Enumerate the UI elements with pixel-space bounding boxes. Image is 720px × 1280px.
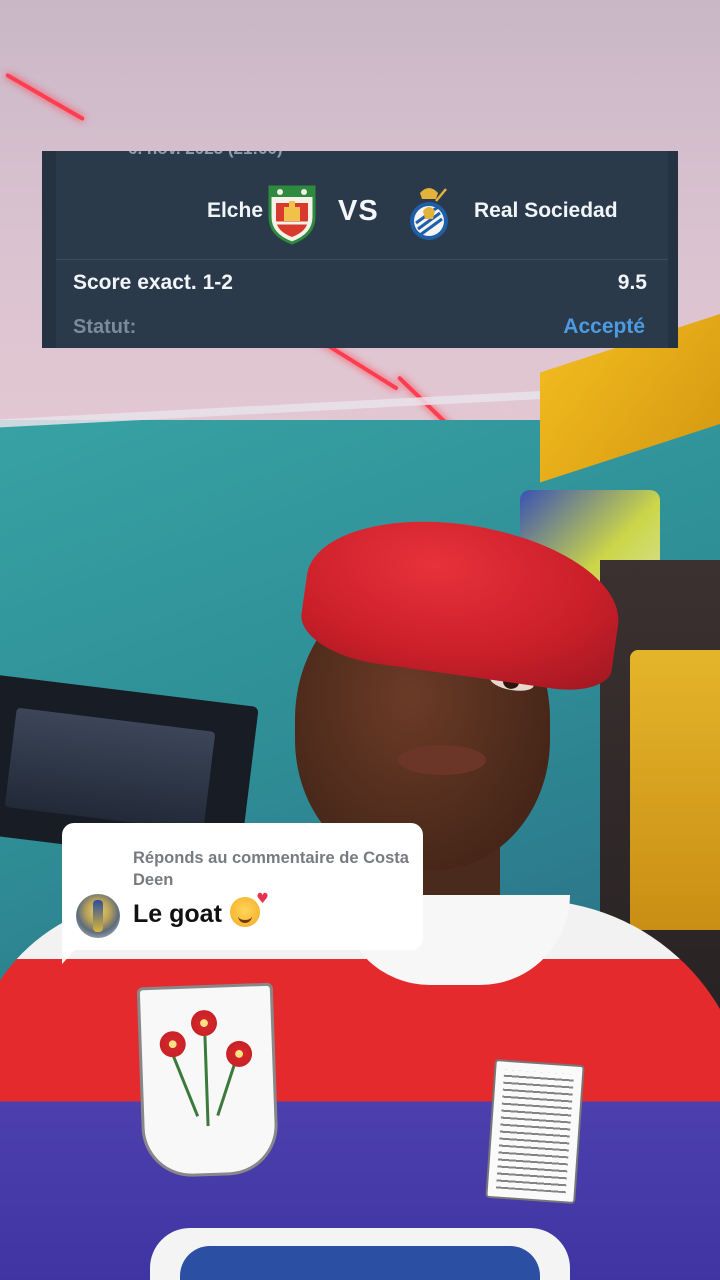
reply-comment-sticker[interactable]: Réponds au commentaire de Costa Deen Le … [62,823,423,950]
real-sociedad-crest-icon [410,188,448,240]
bet-slip-card: 6. nov. 2023 (21:00) Elche VS Real Socie… [42,151,678,348]
flower-patch [136,982,280,1179]
reply-header: Réponds au commentaire de Costa Deen [133,849,409,889]
shirt [0,900,720,1280]
match-row: Elche VS Real Sociedad [56,173,668,255]
chest-logo [150,1228,570,1280]
away-team-name: Real Sociedad [474,199,618,222]
smiling-face-with-hearts-icon [229,891,269,927]
comment-text: Le goat [133,891,269,929]
text-patch [485,1059,585,1204]
flower-stem [170,1050,200,1117]
flower [159,1030,187,1058]
bet-selection: Score exact. 1-2 [73,271,233,294]
commenter-avatar[interactable] [76,894,120,938]
flower [190,1009,218,1037]
divider [56,259,668,260]
home-team-name: Elche [206,199,263,222]
lips [398,745,486,775]
match-date: 6. nov. 2023 (21:00) [128,151,283,159]
flower [225,1040,253,1068]
elche-crest-icon [268,185,316,245]
status-badge: Accepté [563,315,645,338]
bet-odds: 9.5 [617,271,647,294]
card-edge [42,151,56,348]
comment-body: Le goat [133,900,222,928]
flower-stem [203,1036,210,1127]
hanging-cloth [630,650,720,930]
status-label: Statut: [73,316,137,338]
card-edge [668,151,678,348]
vs-label: VS [338,195,379,227]
